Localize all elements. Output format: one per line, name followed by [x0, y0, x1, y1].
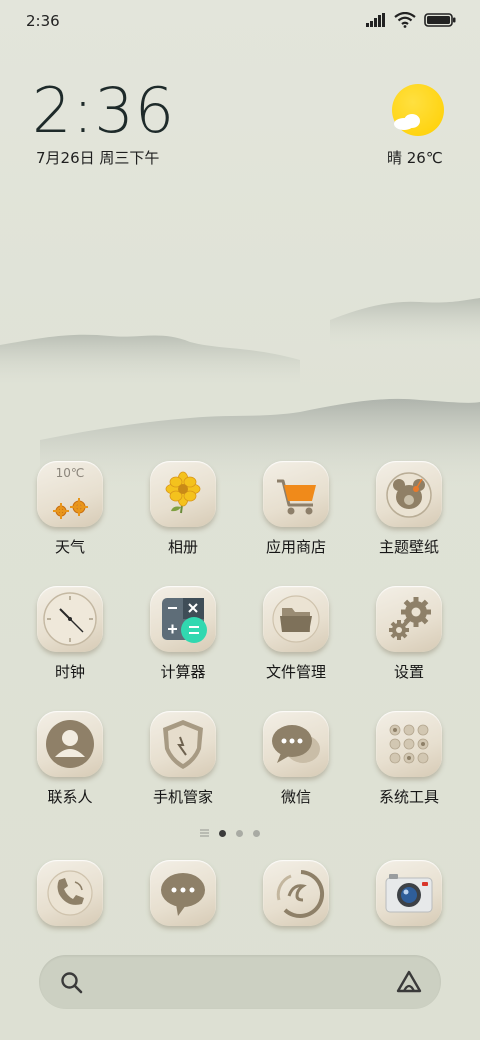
weather-icon: 10℃ [37, 461, 103, 527]
page-dot[interactable] [253, 829, 260, 837]
dock-phone[interactable] [20, 860, 120, 926]
wifi-icon [394, 12, 416, 28]
sunny-partly-cloudy-icon[interactable] [392, 84, 444, 136]
weather-widget-text: 晴 26℃ [387, 149, 443, 167]
app-label: 微信 [280, 788, 311, 806]
app-label: 天气 [54, 538, 85, 556]
battery-icon [424, 13, 456, 27]
phone-icon [37, 860, 103, 926]
dock-camera[interactable] [359, 860, 459, 926]
app-label: 文件管理 [265, 663, 326, 681]
calculator-icon [150, 586, 216, 652]
menu-lines-icon [200, 829, 209, 837]
app-clock[interactable]: 时钟 [20, 586, 120, 682]
search-bar[interactable] [39, 955, 441, 1009]
app-calculator[interactable]: 计算器 [133, 586, 233, 682]
app-contacts[interactable]: 联系人 [20, 711, 120, 807]
folder-icon [263, 586, 329, 652]
app-gallery[interactable]: 相册 [133, 461, 233, 557]
app-label: 计算器 [160, 663, 206, 681]
app-label: 系统工具 [378, 788, 439, 806]
assistant-icon[interactable] [395, 969, 423, 995]
app-label: 时钟 [54, 663, 85, 681]
app-store-icon [263, 461, 329, 527]
app-label: 应用商店 [265, 538, 326, 556]
app-themes[interactable]: 主题壁纸 [359, 461, 459, 557]
status-bar: 2:36 [0, 0, 480, 44]
search-icon[interactable] [60, 971, 84, 995]
messages-icon [150, 860, 216, 926]
app-label: 主题壁纸 [378, 538, 439, 556]
page-dot[interactable] [236, 829, 243, 837]
app-wechat[interactable]: 微信 [246, 711, 346, 807]
app-weather[interactable]: 10℃ 天气 [20, 461, 120, 557]
dock-messages[interactable] [133, 860, 233, 926]
mist-mountains-background [0, 298, 480, 490]
contacts-icon [37, 711, 103, 777]
gallery-icon [150, 461, 216, 527]
page-indicator[interactable] [200, 829, 260, 837]
app-file-manager[interactable]: 文件管理 [246, 586, 346, 682]
clock-icon [37, 586, 103, 652]
system-tools-icon [376, 711, 442, 777]
app-system-tools[interactable]: 系统工具 [359, 711, 459, 807]
app-label: 相册 [167, 538, 198, 556]
app-label: 联系人 [47, 788, 93, 806]
app-label: 手机管家 [152, 788, 213, 806]
page-dot-active[interactable] [219, 829, 226, 837]
browser-icon [263, 860, 329, 926]
app-label: 设置 [393, 663, 424, 681]
settings-gear-icon [376, 586, 442, 652]
camera-icon [376, 860, 442, 926]
app-settings[interactable]: 设置 [359, 586, 459, 682]
dock-browser[interactable] [246, 860, 346, 926]
themes-icon [376, 461, 442, 527]
app-app-store[interactable]: 应用商店 [246, 461, 346, 557]
app-phone-manager[interactable]: 手机管家 [133, 711, 233, 807]
clock-widget-time[interactable]: 2:36 [32, 76, 175, 146]
security-shield-icon [150, 711, 216, 777]
status-time: 2:36 [26, 12, 60, 30]
clock-widget-date: 7月26日 周三下午 [36, 149, 160, 167]
wechat-icon [263, 711, 329, 777]
signal-icon [366, 13, 385, 27]
